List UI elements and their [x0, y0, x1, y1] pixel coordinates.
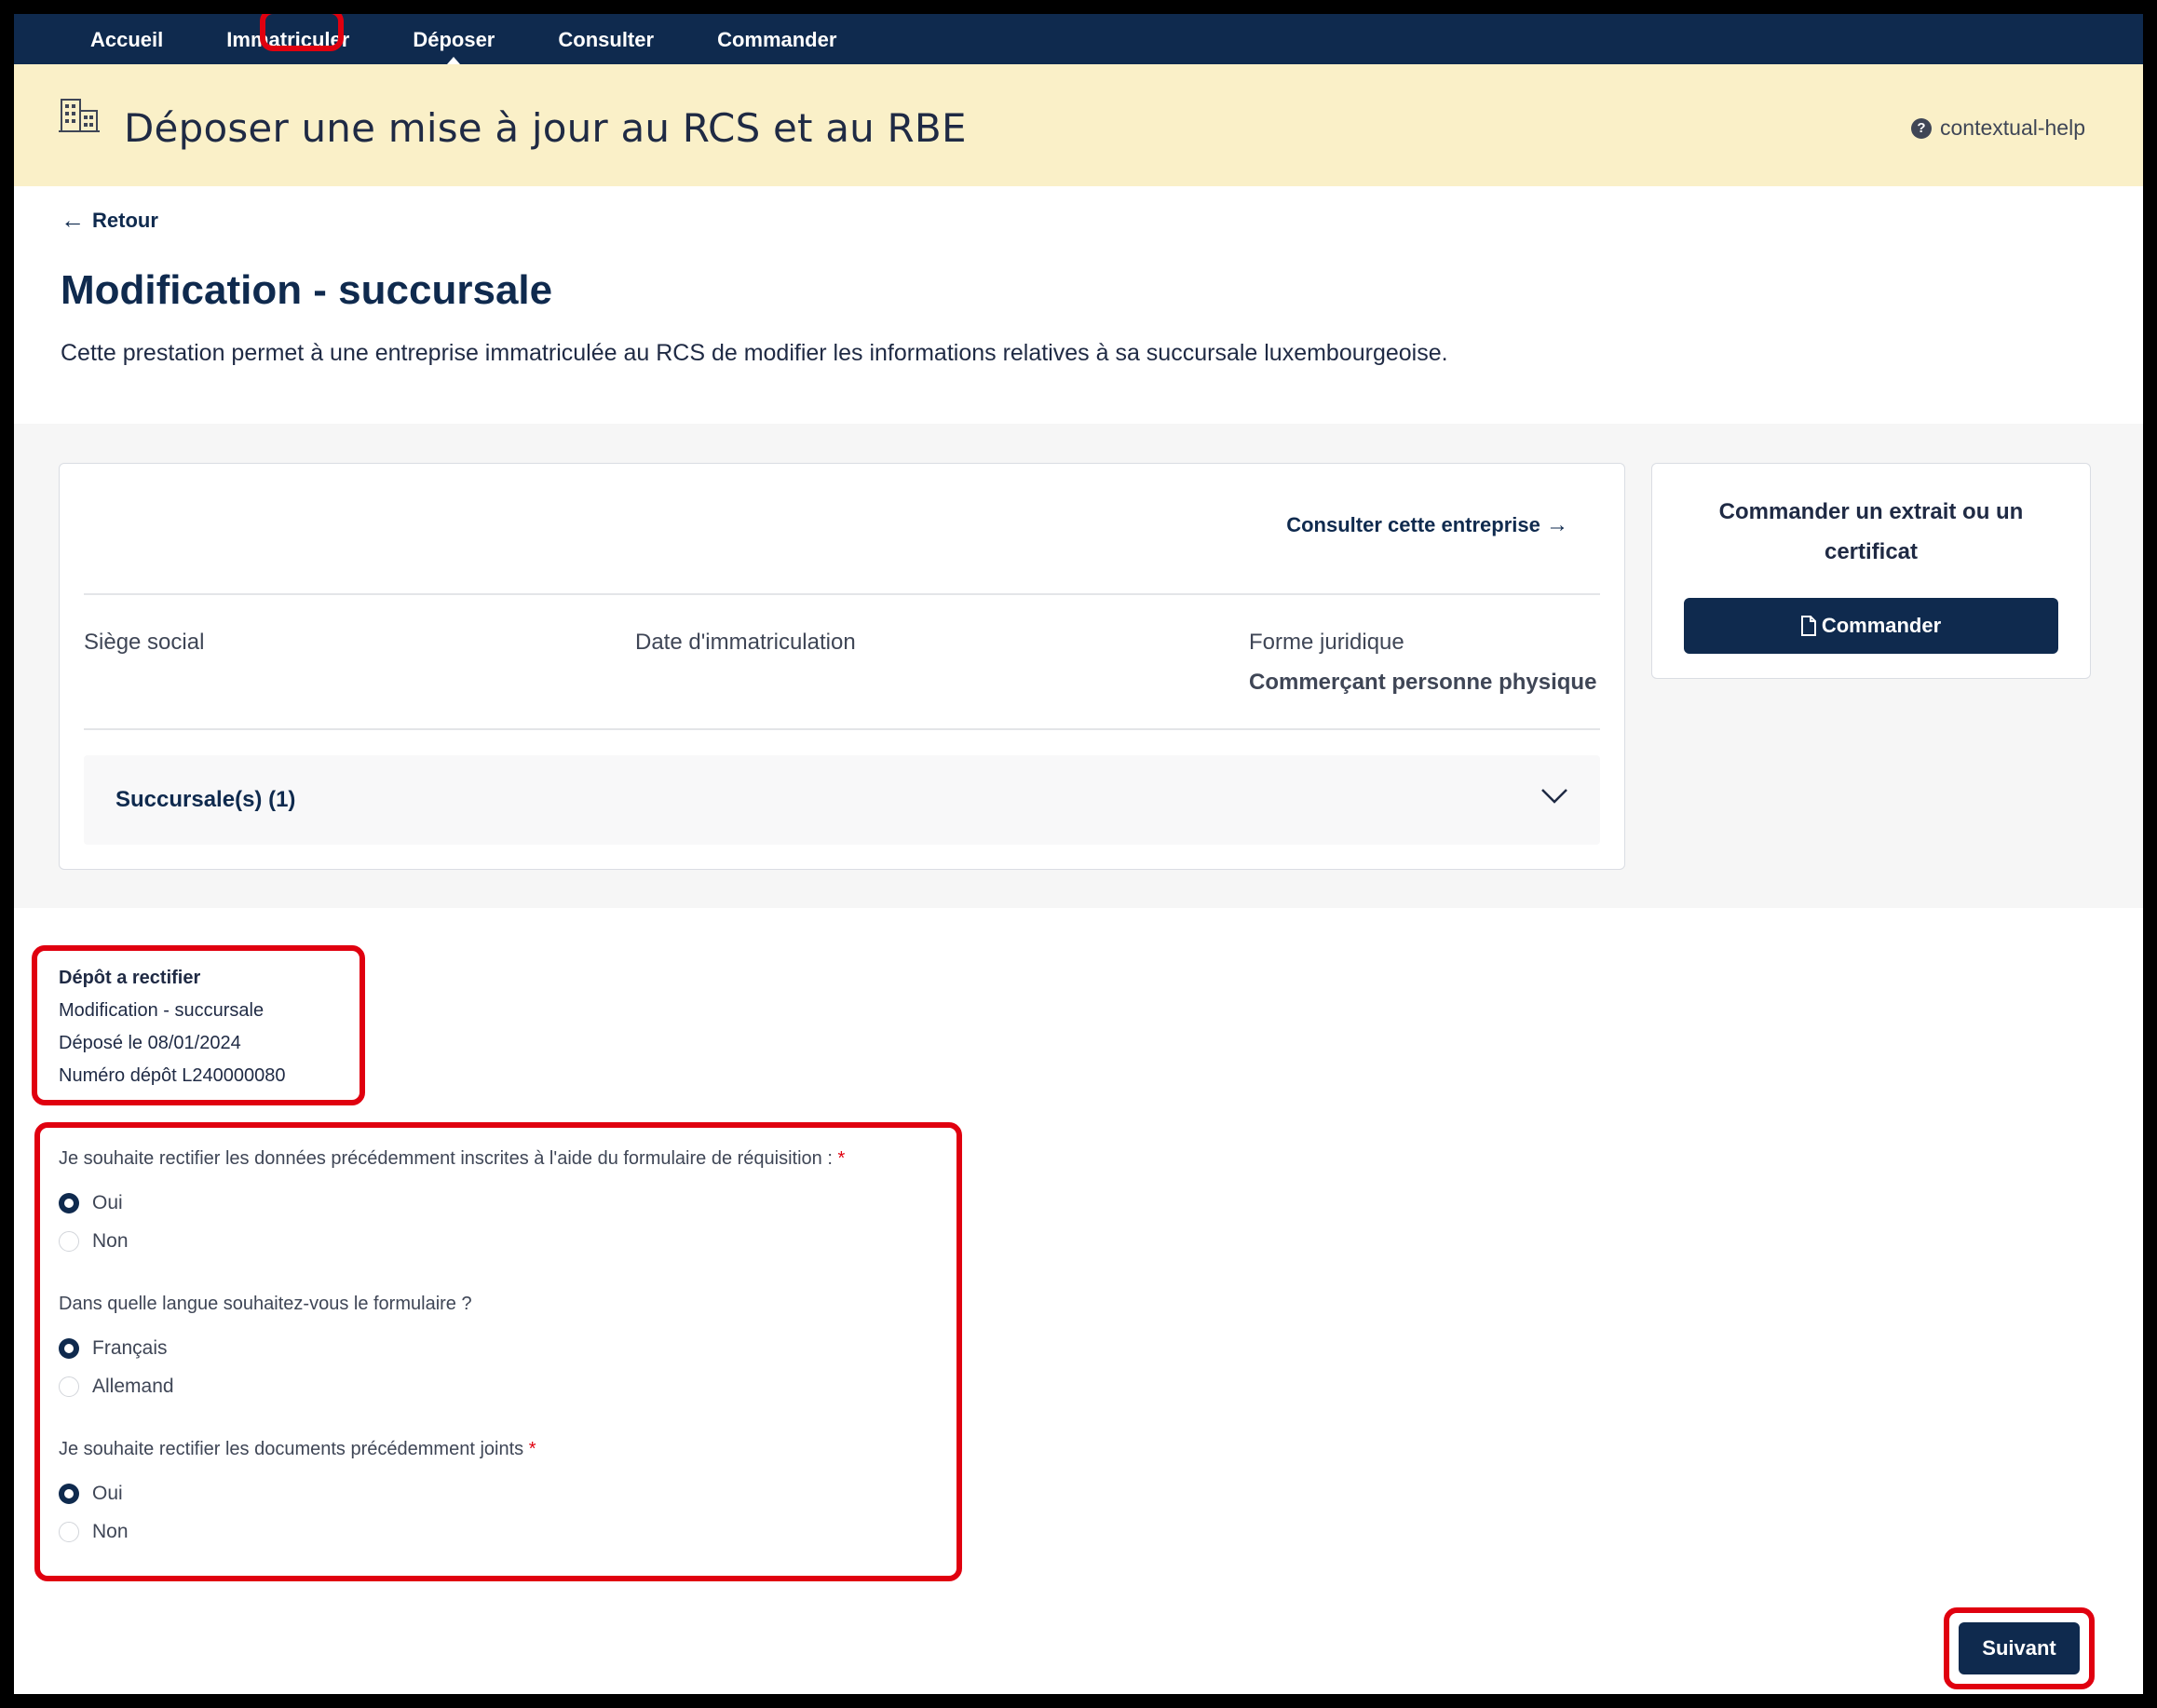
order-button[interactable]: Commander — [1684, 598, 2058, 654]
radio-checked-icon — [59, 1338, 79, 1359]
radio-label: Non — [92, 1230, 129, 1252]
registration-date-label: Date d'immatriculation — [635, 630, 856, 655]
depot-type: Modification - succursale — [59, 1000, 265, 1021]
chevron-down-icon — [1541, 789, 1567, 804]
back-label: Retour — [92, 208, 158, 232]
radio-label: Oui — [92, 1483, 123, 1504]
nav-item-commander[interactable]: Commander — [685, 14, 868, 64]
order-card: Commander un extrait ou un certificat Co… — [1651, 463, 2091, 679]
radio-checked-icon — [59, 1193, 79, 1213]
divider — [84, 728, 1600, 730]
radio-unchecked-icon — [59, 1231, 79, 1252]
branches-accordion[interactable]: Succursale(s) (1) — [84, 755, 1600, 845]
page-title: Modification - succursale — [61, 267, 553, 313]
consult-company-label: Consulter cette entreprise — [1286, 513, 1540, 536]
radio-label: Non — [92, 1521, 129, 1542]
nav-item-deposer-label: Déposer — [413, 28, 495, 51]
radio-language-allemand[interactable]: Allemand — [59, 1376, 174, 1398]
contextual-help-label: contextual-help — [1940, 115, 2085, 140]
question-rectify-data-label: Je souhaite rectifier les données précéd… — [59, 1148, 833, 1169]
question-rectify-documents-label: Je souhaite rectifier les documents préc… — [59, 1439, 524, 1459]
order-card-title: Commander un extrait ou un certificat — [1718, 499, 2024, 564]
arrow-right-icon: → — [1546, 512, 1568, 537]
question-rectify-documents: Je souhaite rectifier les documents préc… — [59, 1439, 536, 1460]
depot-number: Numéro dépôt L240000080 — [59, 1065, 286, 1086]
highlight-box-questions — [34, 1122, 962, 1581]
depot-date: Déposé le 08/01/2024 — [59, 1033, 241, 1053]
radio-label: Oui — [92, 1192, 123, 1213]
depot-summary: Dépôt a rectifier Modification - succurs… — [59, 962, 286, 1092]
arrow-left-icon: ← — [61, 206, 85, 234]
divider — [84, 593, 1600, 595]
seat-label: Siège social — [84, 630, 205, 655]
depot-heading: Dépôt a rectifier — [59, 968, 201, 988]
radio-label: Allemand — [92, 1376, 174, 1397]
company-card: Consulter cette entreprise → Siège socia… — [59, 463, 1625, 870]
consult-company-link[interactable]: Consulter cette entreprise → — [1286, 512, 1568, 538]
building-icon — [59, 99, 100, 132]
nav-item-immatriculer[interactable]: Immatriculer — [195, 14, 381, 64]
page-banner: Déposer une mise à jour au RCS et au RBE… — [14, 64, 2143, 186]
active-caret-icon — [447, 57, 461, 64]
legal-form-value: Commerçant personne physique — [1249, 670, 1597, 695]
order-button-label: Commander — [1821, 614, 1942, 637]
banner-title: Déposer une mise à jour au RCS et au RBE — [124, 105, 967, 151]
radio-rectify-data-non[interactable]: Non — [59, 1230, 129, 1253]
nav-item-consulter[interactable]: Consulter — [526, 14, 685, 64]
question-rectify-data: Je souhaite rectifier les données précéd… — [59, 1148, 845, 1170]
question-icon: ? — [1911, 117, 1932, 139]
next-button[interactable]: Suivant — [1959, 1622, 2080, 1674]
required-marker: * — [528, 1439, 536, 1459]
page-description: Cette prestation permet à une entreprise… — [61, 340, 1448, 366]
question-form-language-label: Dans quelle langue souhaitez-vous le for… — [59, 1294, 472, 1314]
question-form-language: Dans quelle langue souhaitez-vous le for… — [59, 1294, 472, 1315]
back-link[interactable]: ← Retour — [61, 206, 158, 235]
radio-rectify-data-oui[interactable]: Oui — [59, 1192, 123, 1214]
radio-label: Français — [92, 1337, 168, 1359]
document-icon — [1800, 616, 1816, 636]
required-marker: * — [837, 1148, 846, 1169]
radio-unchecked-icon — [59, 1522, 79, 1542]
radio-rectify-documents-non[interactable]: Non — [59, 1521, 129, 1543]
nav-item-deposer[interactable]: Déposer — [381, 14, 526, 64]
nav-item-accueil[interactable]: Accueil — [59, 14, 195, 64]
top-navigation: Accueil Immatriculer Déposer Consulter C… — [14, 14, 2143, 64]
radio-unchecked-icon — [59, 1376, 79, 1397]
branches-accordion-label: Succursale(s) (1) — [115, 787, 296, 812]
radio-checked-icon — [59, 1484, 79, 1504]
contextual-help-link[interactable]: ? contextual-help — [1911, 115, 2085, 141]
legal-form-label: Forme juridique — [1249, 630, 1404, 655]
radio-language-francais[interactable]: Français — [59, 1337, 168, 1360]
radio-rectify-documents-oui[interactable]: Oui — [59, 1483, 123, 1505]
page-frame: Accueil Immatriculer Déposer Consulter C… — [14, 14, 2143, 1694]
